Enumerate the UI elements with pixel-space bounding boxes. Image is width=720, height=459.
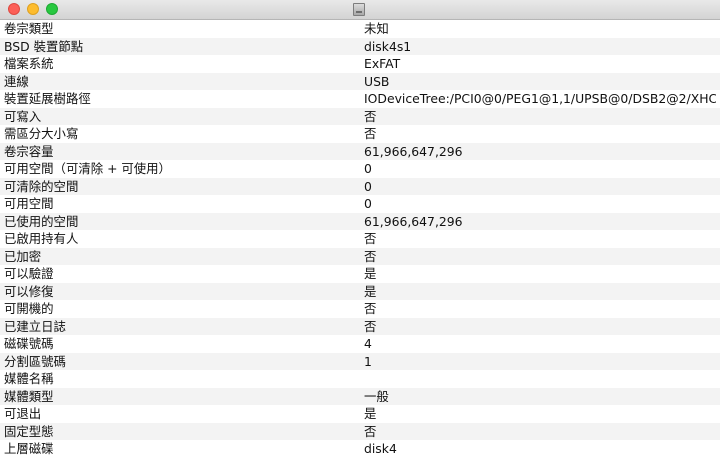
info-row[interactable]: 已加密 否 bbox=[0, 247, 720, 265]
info-value: 否 bbox=[364, 248, 377, 264]
info-key: 已建立日誌 bbox=[4, 318, 66, 334]
info-value: 61,966,647,296 bbox=[364, 143, 463, 159]
close-button[interactable] bbox=[8, 3, 20, 15]
info-value: 否 bbox=[364, 108, 377, 124]
info-row[interactable]: 可用空間（可清除 + 可使用） 0 bbox=[0, 160, 720, 178]
info-key: 可寫入 bbox=[4, 108, 42, 124]
info-value: 是 bbox=[364, 406, 377, 421]
info-key: 可清除的空間 bbox=[4, 178, 79, 194]
info-value: 0 bbox=[364, 178, 372, 194]
info-row[interactable]: 媒體類型 一般 bbox=[0, 387, 720, 405]
info-key: 需區分大小寫 bbox=[4, 126, 79, 141]
info-value: 否 bbox=[364, 318, 377, 334]
info-table: 卷宗類型 未知 BSD 裝置節點 disk4s1 檔案系統 ExFAT 連線 USB 裝… bbox=[0, 20, 720, 458]
info-value: USB bbox=[364, 73, 390, 89]
info-key: 可以驗證 bbox=[4, 266, 54, 281]
info-row[interactable]: 固定型態 否 bbox=[0, 422, 720, 440]
disk-icon bbox=[353, 3, 365, 16]
info-row[interactable]: BSD 裝置節點 disk4s1 bbox=[0, 37, 720, 55]
info-value: 一般 bbox=[364, 388, 389, 404]
info-value: 否 bbox=[364, 231, 377, 246]
info-row[interactable]: 上層磁碟 disk4 bbox=[0, 440, 720, 458]
info-value: disk4s1 bbox=[364, 38, 412, 54]
info-key: 檔案系統 bbox=[4, 56, 54, 71]
info-value: 61,966,647,296 bbox=[364, 213, 463, 229]
info-key: 分割區號碼 bbox=[4, 353, 66, 369]
info-key: 可以修復 bbox=[4, 283, 54, 299]
info-row[interactable]: 可寫入 否 bbox=[0, 107, 720, 125]
info-value: 否 bbox=[364, 301, 377, 316]
info-row[interactable]: 可開機的 否 bbox=[0, 300, 720, 318]
minimize-button[interactable] bbox=[27, 3, 39, 15]
info-value: 未知 bbox=[364, 21, 389, 36]
info-value: 是 bbox=[364, 266, 377, 281]
info-key: 可開機的 bbox=[4, 301, 54, 316]
info-row[interactable]: 已建立日誌 否 bbox=[0, 317, 720, 335]
info-value: 0 bbox=[364, 196, 372, 211]
info-key: 固定型態 bbox=[4, 423, 54, 439]
info-key: 上層磁碟 bbox=[4, 441, 54, 456]
info-key: BSD 裝置節點 bbox=[4, 38, 84, 54]
zoom-button[interactable] bbox=[46, 3, 58, 15]
info-value: 否 bbox=[364, 423, 377, 439]
info-key: 已加密 bbox=[4, 248, 42, 264]
info-key: 已啟用持有人 bbox=[4, 231, 79, 246]
info-key: 媒體類型 bbox=[4, 388, 54, 404]
info-value: disk4 bbox=[364, 441, 397, 456]
info-value: 0 bbox=[364, 161, 372, 176]
info-row[interactable]: 連線 USB bbox=[0, 72, 720, 90]
info-key: 可用空間（可清除 + 可使用） bbox=[4, 161, 171, 176]
info-row[interactable]: 可用空間 0 bbox=[0, 195, 720, 213]
info-row[interactable]: 檔案系統 ExFAT bbox=[0, 55, 720, 73]
info-row[interactable]: 卷宗類型 未知 bbox=[0, 20, 720, 38]
info-key: 裝置延展樹路徑 bbox=[4, 91, 91, 106]
info-value: ExFAT bbox=[364, 56, 401, 71]
info-row[interactable]: 卷宗容量 61,966,647,296 bbox=[0, 142, 720, 160]
info-value: 是 bbox=[364, 283, 377, 299]
info-row[interactable]: 磁碟號碼 4 bbox=[0, 335, 720, 353]
info-key: 連線 bbox=[4, 73, 29, 89]
info-key: 媒體名稱 bbox=[4, 371, 54, 386]
info-row[interactable]: 已啟用持有人 否 bbox=[0, 230, 720, 248]
info-key: 卷宗容量 bbox=[4, 143, 54, 159]
info-value: 4 bbox=[364, 336, 372, 351]
info-row[interactable]: 可以驗證 是 bbox=[0, 265, 720, 283]
info-row[interactable]: 裝置延展樹路徑 IODeviceTree:/PCI0@0/PEG1@1,1/UPS… bbox=[0, 90, 720, 108]
info-row[interactable]: 可清除的空間 0 bbox=[0, 177, 720, 195]
info-row[interactable]: 可以修復 是 bbox=[0, 282, 720, 300]
info-value: 1 bbox=[364, 353, 372, 369]
info-key: 卷宗類型 bbox=[4, 21, 54, 36]
info-row[interactable]: 分割區號碼 1 bbox=[0, 352, 720, 370]
info-row[interactable]: 需區分大小寫 否 bbox=[0, 125, 720, 143]
info-key: 可退出 bbox=[4, 406, 42, 421]
info-row[interactable]: 已使用的空間 61,966,647,296 bbox=[0, 212, 720, 230]
info-key: 可用空間 bbox=[4, 196, 54, 211]
info-value: 否 bbox=[364, 126, 377, 141]
info-row[interactable]: 可退出 是 bbox=[0, 405, 720, 423]
info-key: 已使用的空間 bbox=[4, 213, 79, 229]
disk-info-window: 卷宗類型 未知 BSD 裝置節點 disk4s1 檔案系統 ExFAT 連線 USB 裝… bbox=[0, 0, 720, 459]
title-bar[interactable] bbox=[0, 0, 720, 20]
info-value: IODeviceTree:/PCI0@0/PEG1@1,1/UPSB@0/DSB… bbox=[364, 91, 716, 106]
info-key: 磁碟號碼 bbox=[4, 336, 54, 351]
info-row[interactable]: 媒體名稱 bbox=[0, 370, 720, 388]
